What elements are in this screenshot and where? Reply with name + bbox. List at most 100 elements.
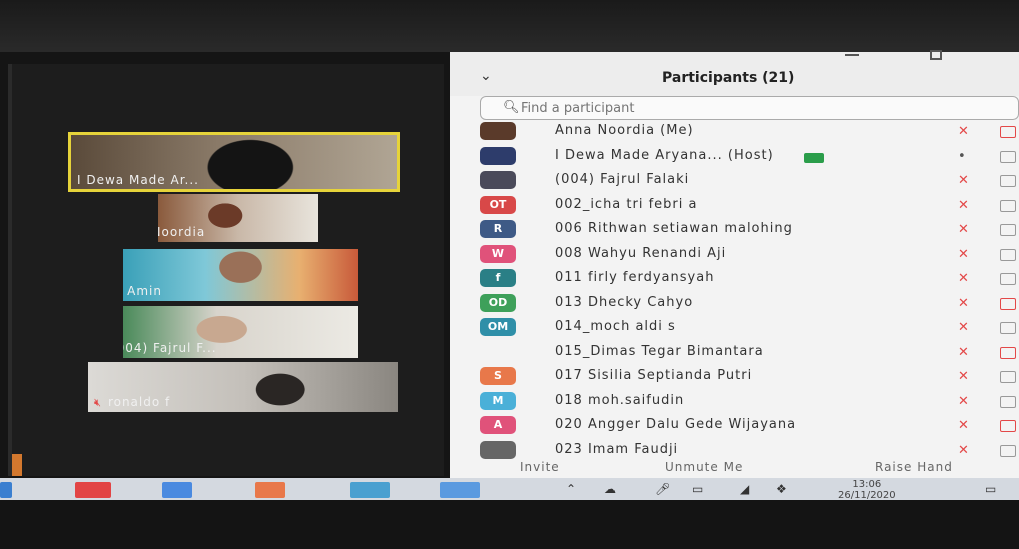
muted-mic-icon[interactable]: ✕ [958, 345, 969, 360]
wifi-icon[interactable]: ◢ [740, 482, 749, 496]
chevron-up-icon[interactable]: ⌃ [566, 482, 576, 496]
video-tile-label: (004) Fajrul F... [123, 341, 217, 355]
participant-name: 013 Dhecky Cahyo [555, 294, 694, 310]
participant-avatar: OM [480, 318, 516, 336]
unmute-button[interactable]: Unmute Me [665, 460, 743, 474]
video-tile-host[interactable]: I Dewa Made Ar... [68, 132, 400, 192]
zoom-app-icon[interactable] [440, 482, 480, 498]
muted-mic-icon[interactable]: ✕ [958, 296, 969, 311]
participant-avatar: A [480, 416, 516, 434]
video-tile-fajrul[interactable]: 🔇︎(004) Fajrul F... [123, 306, 358, 358]
microphone-icon[interactable]: • [958, 149, 966, 164]
participants-panel: ⌄ Participants (21) 🔍︎ Anna Noordia (Me)… [450, 50, 1019, 480]
muted-mic-icon[interactable]: ✕ [958, 369, 969, 384]
camera-icon[interactable] [1000, 444, 1016, 457]
camera-icon[interactable] [1000, 297, 1016, 310]
participant-name: Anna Noordia (Me) [555, 123, 694, 138]
participant-avatar [480, 122, 516, 140]
chevron-down-icon[interactable]: ⌄ [480, 68, 492, 84]
camera-icon[interactable] [1000, 273, 1016, 285]
participant-name: 018 moh.saifudin [555, 392, 685, 408]
photos-app-icon[interactable] [350, 482, 390, 498]
panel-header: ⌄ Participants (21) [450, 50, 1019, 96]
participant-row[interactable]: (004) Fajrul Falaki ✕ [450, 169, 1019, 193]
participant-avatar: S [480, 367, 516, 385]
participant-search[interactable]: 🔍︎ [480, 96, 1019, 120]
participant-avatar: f [480, 269, 516, 287]
powerpoint-app-icon[interactable] [255, 482, 285, 498]
minimize-icon[interactable] [845, 54, 859, 56]
cloud-icon[interactable]: ☁︎ [604, 482, 616, 496]
participant-name: 008 Wahyu Renandi Aji [555, 245, 727, 261]
raise-hand-button[interactable]: Raise Hand [875, 460, 953, 474]
camera-icon[interactable] [1000, 199, 1016, 212]
video-tile-label: Anna Noordia [158, 225, 206, 239]
muted-mic-icon[interactable]: ✕ [958, 271, 969, 286]
notifications-icon[interactable]: ▭ [985, 482, 996, 496]
video-tile-amin[interactable]: 🔇︎M Amin [123, 249, 358, 301]
participant-avatar [480, 146, 516, 165]
participant-name: 015_Dimas Tegar Bimantara [555, 343, 764, 359]
video-tile-name: 🔇︎(004) Fajrul F... [123, 341, 217, 356]
muted-mic-icon[interactable]: ✕ [958, 394, 969, 409]
muted-mic-icon[interactable]: ✕ [958, 222, 969, 237]
battery-icon[interactable]: ▭ [692, 482, 703, 496]
muted-mic-icon[interactable]: ✕ [958, 320, 969, 335]
video-tile-label: ronaldo f [107, 395, 171, 409]
participant-name: 002_icha tri febri a [555, 196, 698, 212]
camera-icon[interactable] [1000, 322, 1016, 334]
camera-icon[interactable] [1000, 224, 1016, 236]
participant-avatar: R [480, 220, 516, 238]
pdf-app-icon[interactable] [75, 482, 111, 498]
participant-avatar: M [480, 391, 516, 410]
participant-row[interactable]: M 018 moh.saifudin ✕ [450, 390, 1019, 414]
photo-frame: I Dewa Made Ar... 🔇︎Anna Noordia 🔇︎M Ami… [0, 0, 1019, 549]
video-tile-label: M Amin [123, 284, 162, 298]
camera-icon[interactable] [1000, 395, 1016, 408]
video-tile-anna[interactable]: 🔇︎Anna Noordia [158, 194, 318, 242]
dropbox-icon[interactable]: ❖ [776, 482, 787, 496]
clock-time: 13:06 [852, 479, 882, 490]
camera-icon[interactable] [1000, 248, 1016, 261]
microphone-icon[interactable]: 🎤︎ [655, 482, 670, 496]
muted-mic-icon[interactable]: ✕ [958, 198, 969, 213]
camera-icon[interactable] [1000, 150, 1016, 163]
video-tile-ronaldo[interactable]: 🔇︎ ronaldo f [88, 362, 398, 412]
muted-mic-icon[interactable]: ✕ [958, 247, 969, 262]
clock[interactable]: 13:06 26/11/2020 [838, 479, 896, 501]
camera-icon[interactable] [1000, 420, 1016, 432]
maximize-icon[interactable] [930, 50, 942, 60]
participant-name: 020 Angger Dalu Gede Wijayana [555, 417, 797, 432]
panel-footer: Invite Unmute Me Raise Hand [450, 456, 1019, 480]
muted-mic-icon[interactable]: ✕ [958, 124, 969, 139]
taskbar-app-icon[interactable] [0, 482, 12, 498]
muted-mic-icon[interactable]: ✕ [958, 418, 969, 433]
participant-row[interactable]: OD 013 Dhecky Cahyo ✕ [450, 292, 1019, 316]
participant-avatar: OT [480, 195, 516, 214]
participant-row[interactable]: 015_Dimas Tegar Bimantara ✕ [450, 341, 1019, 365]
participant-row[interactable]: W 008 Wahyu Renandi Aji ✕ [450, 243, 1019, 267]
participant-row[interactable]: A 020 Angger Dalu Gede Wijayana ✕ [450, 414, 1019, 438]
search-input[interactable] [521, 99, 821, 117]
participant-row[interactable]: f 011 firly ferdyansyah ✕ [450, 267, 1019, 291]
video-gallery: I Dewa Made Ar... 🔇︎Anna Noordia 🔇︎M Ami… [8, 64, 444, 476]
participant-avatar [480, 171, 516, 189]
camera-icon[interactable] [1000, 371, 1016, 383]
participant-row[interactable]: OT 002_icha tri febri a ✕ [450, 194, 1019, 218]
invite-button[interactable]: Invite [520, 460, 560, 474]
muted-mic-icon[interactable]: ✕ [958, 173, 969, 188]
participant-row[interactable]: S 017 Sisilia Septianda Putri ✕ [450, 365, 1019, 389]
camera-icon[interactable] [1000, 126, 1016, 138]
camera-icon[interactable] [1000, 346, 1016, 359]
camera-icon[interactable] [1000, 175, 1016, 187]
participant-row[interactable]: I Dewa Made Aryana... (Host) • [450, 145, 1019, 169]
word-app-icon[interactable] [162, 482, 192, 498]
participant-name: I Dewa Made Aryana... (Host) [555, 147, 774, 163]
participant-row[interactable]: R 006 Rithwan setiawan malohing ✕ [450, 218, 1019, 242]
participant-row[interactable]: OM 014_moch aldi s ✕ [450, 316, 1019, 340]
participant-name: 006 Rithwan setiawan malohing [555, 221, 793, 236]
participant-name: 014_moch aldi s [555, 319, 676, 334]
participant-row[interactable]: Anna Noordia (Me) ✕ [450, 120, 1019, 144]
monitor-bezel-bottom [0, 500, 1019, 549]
participant-name: 023 Imam Faudji [555, 441, 679, 457]
